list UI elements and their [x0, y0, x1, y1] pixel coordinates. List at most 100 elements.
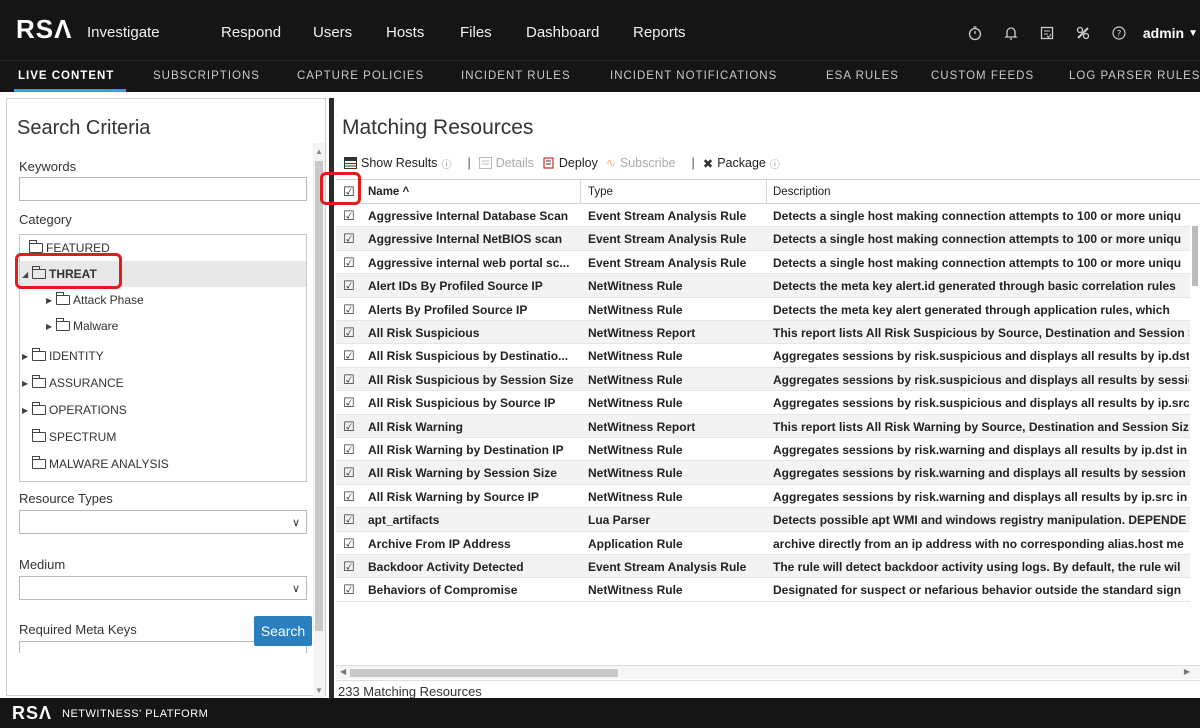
matching-resources-title: Matching Resources: [342, 116, 534, 139]
row-checkbox[interactable]: ☑: [343, 372, 355, 388]
tree-item-spectrum[interactable]: SPECTRUM: [20, 424, 306, 450]
table-row[interactable]: ☑ All Risk Suspicious by Destinatio... Net…: [336, 344, 1200, 368]
tree-item-malware[interactable]: ▶ Malware: [20, 313, 306, 339]
column-header-name[interactable]: Name ^: [368, 186, 409, 198]
collapsed-triangle-icon[interactable]: ▶: [22, 406, 32, 415]
row-checkbox[interactable]: ☑: [343, 208, 355, 224]
subscribe-button[interactable]: ∿ Subscribe: [606, 156, 676, 170]
collapsed-triangle-icon[interactable]: ▶: [22, 379, 32, 388]
left-panel-scrollbar[interactable]: ▲ ▼: [313, 143, 325, 699]
cell-name: All Risk Suspicious by Source IP: [368, 396, 556, 411]
table-row[interactable]: ☑ All Risk Warning NetWitness Report This r…: [336, 414, 1200, 438]
scroll-down-icon[interactable]: ▼: [315, 686, 323, 695]
row-checkbox[interactable]: ☑: [343, 512, 355, 528]
tab-custom-feeds[interactable]: CUSTOM FEEDS: [931, 70, 1034, 82]
row-checkbox[interactable]: ☑: [343, 302, 355, 318]
chevron-down-icon[interactable]: ▼: [1188, 28, 1198, 39]
cell-description: This report lists All Risk Warning by So…: [773, 419, 1189, 434]
table-row[interactable]: ☑ apt_artifacts Lua Parser Detects possible…: [336, 508, 1200, 532]
row-checkbox[interactable]: ☑: [343, 231, 355, 247]
table-row[interactable]: ☑ Alert IDs By Profiled Source IP NetWitne…: [336, 274, 1200, 298]
tree-item-malware-analysis[interactable]: MALWARE ANALYSIS: [20, 451, 306, 477]
tree-item-identity[interactable]: ▶ IDENTITY: [20, 343, 306, 369]
nav-reports[interactable]: Reports: [633, 24, 686, 41]
details-button[interactable]: Details: [478, 156, 534, 170]
scroll-right-icon[interactable]: ▶: [1184, 667, 1190, 676]
help-icon[interactable]: ?: [1107, 24, 1131, 42]
row-checkbox[interactable]: ☑: [343, 278, 355, 294]
table-row[interactable]: ☑ All Risk Warning by Destination IP NetWi…: [336, 438, 1200, 462]
cell-name: All Risk Suspicious by Session Size: [368, 372, 574, 387]
table-row[interactable]: ☑ Aggressive Internal Database Scan Event …: [336, 204, 1200, 228]
resource-types-select[interactable]: ∨: [19, 510, 307, 534]
column-header-description[interactable]: Description: [773, 186, 831, 198]
cell-name: Aggressive internal web portal sc...: [368, 255, 570, 270]
row-checkbox[interactable]: ☑: [343, 325, 355, 341]
table-row[interactable]: ☑ Alerts By Profiled Source IP NetWitness …: [336, 298, 1200, 321]
tree-item-label: OPERATIONS: [49, 403, 127, 417]
row-checkbox[interactable]: ☑: [343, 255, 355, 271]
collapsed-triangle-icon[interactable]: ▶: [46, 322, 56, 331]
table-row[interactable]: ☑ Archive From IP Address Application Rule…: [336, 532, 1200, 555]
scrollbar-thumb[interactable]: [315, 161, 323, 631]
row-checkbox[interactable]: ☑: [343, 559, 355, 575]
tab-incident-rules[interactable]: INCIDENT RULES: [461, 70, 571, 82]
tools-icon[interactable]: [1071, 24, 1095, 42]
scrollbar-thumb[interactable]: [350, 669, 618, 677]
nav-investigate[interactable]: Investigate: [87, 24, 160, 41]
cell-type: NetWitness Report: [588, 419, 696, 434]
deploy-button[interactable]: Deploy: [542, 156, 598, 170]
tasks-icon[interactable]: [1035, 24, 1059, 42]
table-row[interactable]: ☑ All Risk Suspicious NetWitness Report Thi…: [336, 321, 1200, 345]
medium-select[interactable]: ∨: [19, 576, 307, 600]
grid-vertical-scrollbar[interactable]: [1190, 204, 1200, 665]
row-checkbox[interactable]: ☑: [343, 536, 355, 552]
nav-users[interactable]: Users: [313, 24, 352, 41]
stopwatch-icon[interactable]: [963, 24, 987, 42]
cell-name: Backdoor Activity Detected: [368, 560, 524, 574]
search-button[interactable]: Search: [254, 616, 312, 646]
rsa-logo[interactable]: RSΛ: [16, 14, 72, 45]
nav-hosts[interactable]: Hosts: [386, 24, 424, 41]
row-checkbox[interactable]: ☑: [343, 348, 355, 364]
table-row[interactable]: ☑ All Risk Warning by Source IP NetWitness…: [336, 485, 1200, 509]
table-row[interactable]: ☑ All Risk Warning by Session Size NetWitn…: [336, 461, 1200, 485]
table-row[interactable]: ☑ All Risk Suspicious by Source IP NetWitn…: [336, 391, 1200, 415]
tab-incident-notifications[interactable]: INCIDENT NOTIFICATIONS: [610, 70, 777, 82]
tab-esa-rules[interactable]: ESA RULES: [826, 70, 899, 82]
nav-dashboard[interactable]: Dashboard: [526, 24, 599, 41]
nav-respond[interactable]: Respond: [221, 24, 281, 41]
scroll-left-icon[interactable]: ◀: [340, 667, 346, 676]
tab-log-parser-rules[interactable]: LOG PARSER RULES: [1069, 70, 1200, 82]
tab-subscriptions[interactable]: SUBSCRIPTIONS: [153, 70, 260, 82]
tree-item-assurance[interactable]: ▶ ASSURANCE: [20, 370, 306, 396]
show-results-button[interactable]: Show Results ⓘ: [344, 156, 451, 171]
collapsed-triangle-icon[interactable]: ▶: [22, 352, 32, 361]
collapsed-triangle-icon[interactable]: ▶: [46, 296, 56, 305]
tab-live-content[interactable]: LIVE CONTENT: [18, 70, 114, 82]
table-row[interactable]: ☑ Aggressive Internal NetBIOS scan Event S…: [336, 227, 1200, 251]
keywords-input[interactable]: [19, 177, 307, 201]
bell-icon[interactable]: [999, 24, 1023, 42]
table-row[interactable]: ☑ Behaviors of Compromise NetWitness Rule D…: [336, 578, 1200, 602]
row-checkbox[interactable]: ☑: [343, 582, 355, 598]
row-checkbox[interactable]: ☑: [343, 395, 355, 411]
row-checkbox[interactable]: ☑: [343, 442, 355, 458]
row-checkbox[interactable]: ☑: [343, 419, 355, 435]
package-button[interactable]: ✖ Package ⓘ: [703, 156, 780, 171]
table-row[interactable]: ☑ All Risk Suspicious by Session Size NetW…: [336, 367, 1200, 392]
user-menu[interactable]: admin: [1143, 25, 1184, 41]
tree-item-attack-phase[interactable]: ▶ Attack Phase: [20, 287, 306, 313]
tab-capture-policies[interactable]: CAPTURE POLICIES: [297, 70, 424, 82]
nav-files[interactable]: Files: [460, 24, 492, 41]
row-checkbox[interactable]: ☑: [343, 465, 355, 481]
row-checkbox[interactable]: ☑: [343, 489, 355, 505]
table-row[interactable]: ☑ Backdoor Activity Detected Event Stream …: [336, 555, 1200, 579]
scrollbar-thumb[interactable]: [1192, 226, 1198, 286]
tree-item-operations[interactable]: ▶ OPERATIONS: [20, 397, 306, 423]
grid-horizontal-scrollbar[interactable]: ◀ ▶: [336, 665, 1200, 679]
tree-item-label: ASSURANCE: [49, 376, 124, 390]
column-header-type[interactable]: Type: [588, 186, 613, 198]
scroll-up-icon[interactable]: ▲: [315, 147, 323, 156]
table-row[interactable]: ☑ Aggressive internal web portal sc... Eve…: [336, 251, 1200, 275]
